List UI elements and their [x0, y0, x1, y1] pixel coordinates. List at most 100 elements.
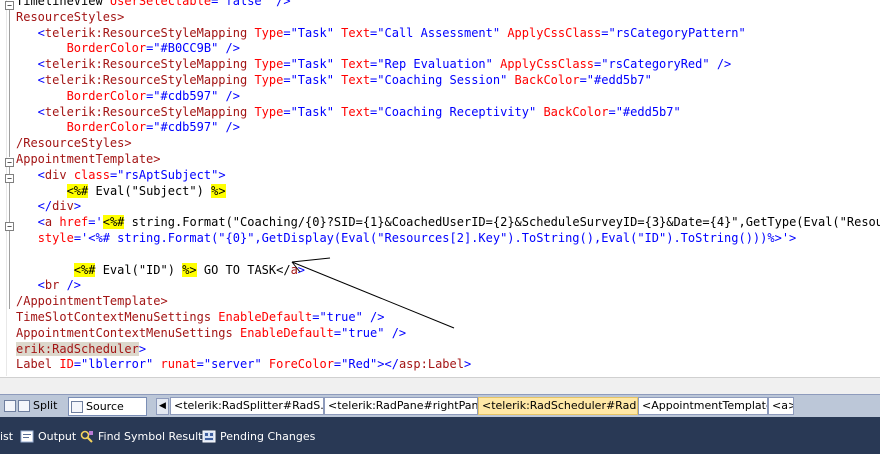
tab-pending-changes[interactable]: Pending Changes: [200, 425, 315, 449]
code-token: div: [44, 167, 67, 182]
code-token: Type: [254, 73, 284, 87]
code-token: ="Task": [283, 25, 342, 40]
code-line: /ResourceStyles>: [16, 135, 132, 151]
code-line: ResourceStyles>: [16, 9, 124, 25]
code-token: br: [44, 278, 60, 293]
code-token: ="true" />: [333, 325, 407, 340]
code-token: =': [88, 215, 103, 230]
code-token: <: [16, 104, 45, 119]
tab-list[interactable]: ist: [0, 425, 13, 449]
tab-list-label: ist: [0, 430, 14, 443]
fold-collapse-icon[interactable]: −: [5, 1, 14, 10]
tab-find-symbol-label: Find Symbol Results: [98, 430, 209, 443]
code-token: <: [16, 57, 45, 72]
code-token: <: [16, 215, 45, 230]
code-token: ="Coaching Receptivity": [370, 104, 544, 119]
code-token: ID: [59, 357, 74, 372]
code-line: <div class="rsAptSubject">: [16, 167, 226, 183]
code-token: BorderColor: [66, 41, 147, 56]
code-token: ="false" />: [211, 0, 291, 8]
breadcrumb-item[interactable]: <AppointmentTemplate>: [638, 397, 768, 415]
code-token: Type: [254, 104, 284, 119]
code-line: Label ID="lblerror" runat="server" ForeC…: [16, 356, 471, 372]
horizontal-scrollbar[interactable]: [0, 377, 880, 395]
source-view-tab[interactable]: Source: [68, 397, 147, 416]
code-token: <%#: [73, 262, 96, 277]
code-line: <a href='<%# string.Format("Coaching/{0}…: [16, 214, 880, 230]
code-token: ="Call Assessment": [370, 25, 508, 40]
code-line: </div>: [16, 198, 81, 214]
tool-window-tabs: ist Output Find Symbol Results Pending C…: [0, 425, 880, 449]
find-symbol-icon: [80, 430, 93, 443]
code-editor[interactable]: TimelineView UserSelectable="false" /> Re…: [0, 0, 880, 376]
code-line: <br />: [16, 277, 81, 293]
breadcrumb-back-arrow-icon[interactable]: ◀: [156, 398, 169, 415]
code-token: Text: [341, 73, 371, 87]
code-line: BorderColor="#B0CC9B" />: [16, 40, 240, 56]
tab-find-symbol-results[interactable]: Find Symbol Results: [78, 425, 208, 449]
code-line: TimeSlotContextMenuSettings EnableDefaul…: [16, 309, 384, 325]
code-token: ="Task": [283, 57, 342, 72]
code-line: <telerik:ResourceStyleMapping Type="Task…: [16, 104, 681, 120]
source-icon: [71, 401, 83, 413]
code-line: AppointmentContextMenuSettings EnableDef…: [16, 325, 406, 341]
code-token: runat: [160, 357, 197, 372]
code-token: ="#cdb597" />: [146, 120, 240, 135]
code-token: </: [16, 199, 53, 214]
code-token: <%#: [102, 215, 125, 230]
code-token: >: [138, 341, 147, 356]
fold-collapse-icon[interactable]: −: [5, 174, 14, 183]
breadcrumb-item[interactable]: <a>: [768, 397, 794, 415]
code-token: Type: [254, 57, 284, 72]
code-token: >: [73, 199, 82, 214]
view-switcher-bar: Split Source ◀ <telerik:RadSplitter#RadS…: [0, 394, 880, 417]
code-token: ="rsAptSubject">: [109, 167, 226, 182]
breadcrumb-item[interactable]: <telerik:RadScheduler#Rad...>: [478, 397, 638, 415]
code-token: <%#: [66, 183, 89, 198]
code-token: BorderColor: [66, 88, 147, 103]
code-token: ="server": [196, 357, 269, 372]
source-label: Source: [86, 400, 124, 413]
code-token: a: [290, 262, 298, 277]
breadcrumb-item[interactable]: <telerik:RadSplitter#RadS...>: [170, 397, 324, 415]
code-token: Eval("Subject"): [88, 183, 212, 198]
code-line: <telerik:ResourceStyleMapping Type="Task…: [16, 56, 732, 72]
code-token: telerik:ResourceStyleMapping: [44, 104, 248, 119]
code-line: <%# Eval("Subject") %>: [16, 183, 226, 199]
code-token: <: [16, 167, 45, 182]
fold-collapse-icon[interactable]: −: [5, 158, 14, 167]
code-token: telerik:ResourceStyleMapping: [44, 73, 248, 87]
design-icon: [4, 400, 16, 412]
code-token: GO TO TASK</: [196, 262, 291, 277]
code-token: ="Coaching Session": [370, 73, 515, 87]
code-token: EnableDefault: [218, 310, 313, 324]
code-line: <telerik:ResourceStyleMapping Type="Task…: [16, 25, 746, 41]
code-token: BackColor: [543, 104, 609, 119]
code-token: ApplyCssClass: [500, 57, 595, 72]
code-token: ="#edd5b7": [579, 73, 652, 87]
code-token: TimeSlotContextMenuSettings: [16, 310, 219, 324]
code-line: TimelineView UserSelectable="false" />: [16, 0, 291, 9]
code-line: <telerik:ResourceStyleMapping Type="Task…: [16, 72, 652, 88]
code-token: ="#B0CC9B" />: [146, 41, 240, 56]
code-token: ="lblerror": [73, 357, 161, 372]
code-line: erik:RadScheduler>: [16, 341, 146, 357]
breadcrumb-item[interactable]: <telerik:RadPane#rightPane>: [324, 397, 478, 415]
code-token: ="#edd5b7": [608, 104, 681, 119]
fold-collapse-icon[interactable]: −: [5, 222, 14, 231]
code-token: ="Red"></: [333, 357, 399, 372]
fold-guide: [9, 10, 10, 157]
editor-margin: [0, 0, 7, 376]
code-token: ="Task": [283, 73, 342, 87]
code-token: div: [52, 199, 74, 214]
code-token: Text: [341, 57, 371, 72]
tab-output[interactable]: Output: [18, 425, 76, 449]
code-token: Text: [341, 104, 371, 119]
code-token: /AppointmentTemplate>: [16, 294, 168, 309]
code-token: ApplyCssClass: [507, 25, 602, 40]
code-token: <: [16, 73, 45, 87]
